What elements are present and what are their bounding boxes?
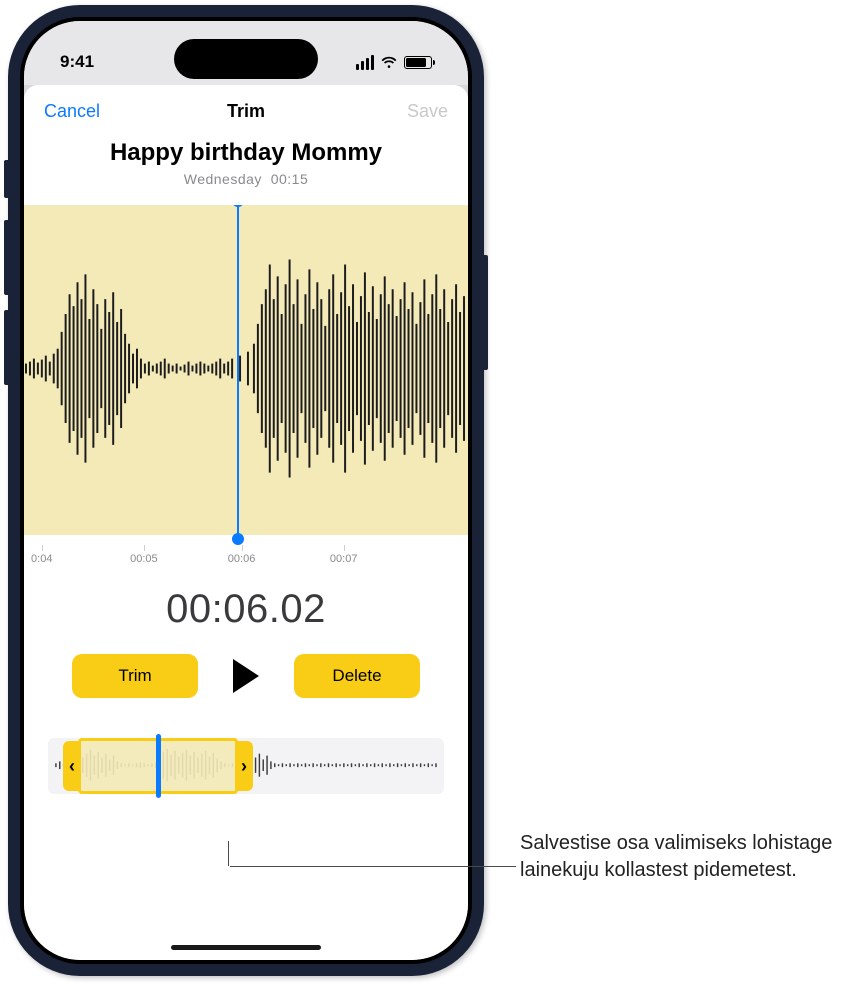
recording-title[interactable]: Happy birthday Mommy — [24, 139, 468, 167]
status-clock: 9:41 — [60, 52, 94, 72]
callout-leader-line — [230, 866, 516, 867]
screen: 9:41 Cancel Trim — [24, 21, 468, 960]
overview-track[interactable]: ‹ › — [48, 738, 444, 794]
volume-down-button[interactable] — [4, 310, 10, 385]
recording-day: Wednesday — [184, 171, 262, 187]
dynamic-island — [174, 39, 318, 79]
trim-button[interactable]: Trim — [72, 654, 198, 698]
play-icon — [233, 659, 259, 693]
delete-button[interactable]: Delete — [294, 654, 420, 698]
playhead[interactable] — [237, 205, 239, 539]
trim-sheet: Cancel Trim Save Happy birthday Mommy We… — [24, 85, 468, 960]
ruler-tick-label: 00:06 — [228, 553, 256, 565]
save-button: Save — [407, 101, 448, 122]
iphone-frame: 9:41 Cancel Trim — [8, 5, 484, 976]
battery-icon — [404, 56, 432, 69]
home-indicator[interactable] — [171, 945, 321, 950]
ruler-tick-label: 00:07 — [330, 553, 358, 565]
mute-switch[interactable] — [4, 160, 10, 198]
overview-playhead[interactable] — [156, 734, 161, 798]
cellular-icon — [356, 55, 374, 70]
trim-handle-right[interactable]: › — [235, 741, 253, 791]
wifi-icon — [380, 53, 398, 71]
volume-up-button[interactable] — [4, 220, 10, 295]
screen-bezel: 9:41 Cancel Trim — [20, 17, 472, 964]
ruler-tick-label: 00:05 — [130, 553, 158, 565]
page-title: Trim — [227, 101, 265, 122]
timecode: 00:06.02 — [24, 587, 468, 632]
nav-bar: Cancel Trim Save — [24, 85, 468, 137]
cancel-button[interactable]: Cancel — [44, 101, 100, 122]
play-button[interactable] — [224, 654, 268, 698]
controls-row: Trim Delete — [24, 654, 468, 698]
trim-handle-left[interactable]: ‹ — [63, 741, 81, 791]
ruler-tick-label: 0:04 — [31, 553, 52, 565]
callout-text: Salvestise osa valimiseks lohistage lain… — [520, 830, 840, 884]
recording-duration: 00:15 — [271, 171, 309, 187]
recording-subtitle: Wednesday 00:15 — [24, 171, 468, 187]
waveform-svg — [24, 205, 468, 532]
waveform-main[interactable]: 0:04 00:05 00:06 00:07 — [24, 205, 468, 565]
time-ruler: 0:04 00:05 00:06 00:07 — [24, 535, 468, 565]
power-button[interactable] — [482, 255, 488, 370]
